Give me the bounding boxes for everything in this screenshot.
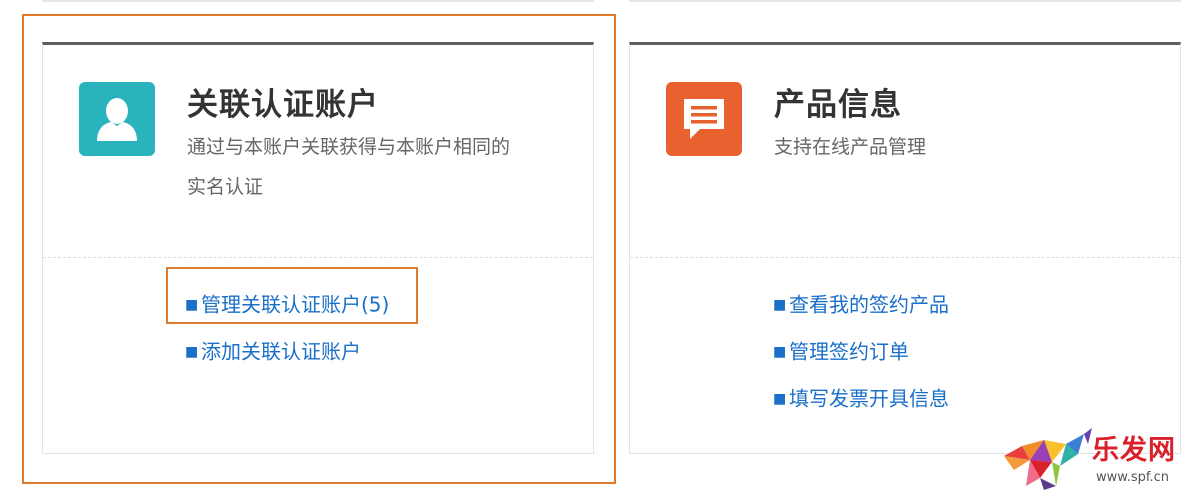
link-label[interactable]: 查看我的签约产品 — [789, 293, 949, 317]
watermark-url: www.spf.cn — [1096, 470, 1170, 485]
link-label[interactable]: 添加关联认证账户 — [201, 340, 361, 364]
bullet-dot: ■ — [185, 343, 199, 360]
geometric-bull-icon — [1004, 428, 1092, 490]
linked-accounts-title: 关联认证账户 — [187, 87, 379, 123]
watermark-name: 乐发网 — [1092, 435, 1176, 466]
product-info-links: ■ 查看我的签约产品 ■ 管理签约订单 ■ 填写发票开具信息 — [773, 283, 949, 424]
card-divider — [43, 257, 593, 258]
user-icon — [79, 82, 155, 156]
product-info-title: 产品信息 — [774, 87, 902, 123]
link-label[interactable]: 管理签约订单 — [789, 340, 909, 364]
link-label[interactable]: 管理关联认证账户(5) — [201, 293, 389, 317]
card-divider — [630, 257, 1180, 258]
link-view-contracted-products[interactable]: ■ 查看我的签约产品 — [773, 283, 949, 330]
link-fill-invoice-info[interactable]: ■ 填写发票开具信息 — [773, 377, 949, 424]
linked-accounts-description: 通过与本账户关联获得与本账户相同的实名认证 — [187, 136, 511, 198]
bullet-dot: ■ — [773, 390, 787, 407]
linked-accounts-links: ■ 管理关联认证账户(5) ■ 添加关联认证账户 — [185, 283, 389, 377]
bullet-dot: ■ — [773, 343, 787, 360]
message-icon — [666, 82, 742, 156]
card-above-edge-right — [629, 0, 1181, 2]
link-label[interactable]: 填写发票开具信息 — [789, 387, 949, 411]
watermark: 乐发网 www.spf.cn — [1000, 426, 1186, 492]
product-info-card: 产品信息 支持在线产品管理 ■ 查看我的签约产品 ■ 管理签约订单 ■ 填写发票开具信… — [629, 42, 1181, 454]
link-manage-linked-accounts[interactable]: ■ 管理关联认证账户(5) — [185, 283, 389, 330]
linked-accounts-card: 关联认证账户 通过与本账户关联获得与本账户相同的实名认证 ■ 管理关联认证账户(5… — [42, 42, 594, 454]
product-info-description: 支持在线产品管理 — [774, 136, 927, 158]
bullet-dot: ■ — [773, 296, 787, 313]
link-add-linked-account[interactable]: ■ 添加关联认证账户 — [185, 330, 389, 377]
bullet-dot: ■ — [185, 296, 199, 313]
link-manage-contract-orders[interactable]: ■ 管理签约订单 — [773, 330, 949, 377]
card-above-edge-left — [42, 0, 594, 2]
